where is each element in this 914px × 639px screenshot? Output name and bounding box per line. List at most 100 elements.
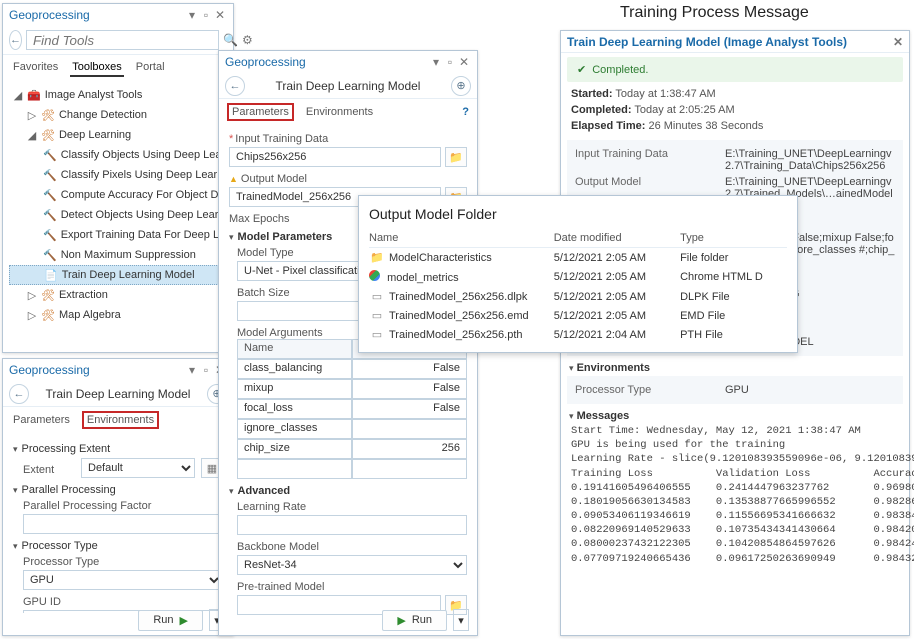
file-row[interactable]: 📁ModelCharacteristics5/12/2021 2:05 AMFi… <box>369 248 787 267</box>
gpu-id-label: GPU ID <box>23 596 223 608</box>
messages-title: Train Deep Learning Model (Image Analyst… <box>567 35 847 49</box>
env-title-bar: Geoprocessing ▾ ▫ ✕ <box>3 359 233 381</box>
learning-rate-input[interactable] <box>237 515 467 535</box>
find-tools-input[interactable] <box>26 30 219 50</box>
backbone-select[interactable]: ResNet-34 <box>237 555 467 575</box>
arg-row[interactable]: chip_size256 <box>237 439 467 459</box>
arg-row[interactable]: mixupFalse <box>237 379 467 399</box>
run-button[interactable]: ▶Run <box>382 610 447 631</box>
proc-type-select[interactable]: GPU <box>23 570 223 590</box>
tree-tool[interactable]: 🔨Classify Objects Using Deep Learning <box>9 145 231 165</box>
toolboxes-tree: ◢🧰Image Analyst Tools ▷🛠Change Detection… <box>3 81 233 349</box>
msg-row: 0.07709719240665436 0.09617250263690949 … <box>561 552 909 566</box>
tab-parameters[interactable]: Parameters <box>227 103 294 121</box>
col-date[interactable]: Date modified <box>554 232 680 244</box>
completed-banner: ✔ Completed. <box>567 57 903 82</box>
catalog-pane: Geoprocessing ▾ ▫ ✕ ← 🔍 ⚙ Favorites Tool… <box>2 3 234 353</box>
param-title-bar: Geoprocessing ▾ ▫ ✕ <box>219 51 477 73</box>
tree-extraction[interactable]: ▷🛠Extraction <box>9 285 231 305</box>
output-folder-header: Output Model Folder <box>369 206 787 222</box>
close-icon[interactable]: ✕ <box>893 35 903 49</box>
tree-deep-learning[interactable]: ◢🛠Deep Learning <box>9 125 231 145</box>
help-icon[interactable]: ? <box>462 106 469 118</box>
msg-row: 0.08220969140529633 0.10735434341430664 … <box>561 523 909 537</box>
backbone-label: Backbone Model <box>237 541 467 553</box>
tree-tool-train[interactable]: 📄Train Deep Learning Model <box>9 265 231 285</box>
search-icon[interactable]: 🔍 <box>223 33 238 47</box>
arg-row-empty[interactable] <box>237 459 467 479</box>
msg-gpu: GPU is being used for the training <box>561 438 909 452</box>
completed-row: Completed: Today at 2:05:25 AM <box>561 102 909 118</box>
elapsed-row: Elapsed Time: 26 Minutes 38 Seconds <box>561 118 909 134</box>
section-parallel[interactable]: ▾Parallel Processing <box>13 484 223 496</box>
browse-icon[interactable]: 📁 <box>445 147 467 167</box>
file-row[interactable]: ▭TrainedModel_256x256.emd5/12/2021 2:05 … <box>369 306 787 325</box>
play-icon: ▶ <box>180 614 188 627</box>
run-dropdown[interactable]: ▾ <box>453 609 469 631</box>
msg-row: 0.19141605496406555 0.2414447963237762 0… <box>561 481 909 495</box>
section-proc-type[interactable]: ▾Processor Type <box>13 540 223 552</box>
env-summary: Processor TypeGPU <box>567 376 903 404</box>
tab-toolboxes[interactable]: Toolboxes <box>70 59 124 77</box>
file-row[interactable]: ▭TrainedModel_256x256.dlpk5/12/2021 2:05… <box>369 287 787 306</box>
tree-root[interactable]: ◢🧰Image Analyst Tools <box>9 85 231 105</box>
back-button[interactable]: ← <box>9 384 29 404</box>
msg-row: 0.08000237432122305 0.10420854864597626 … <box>561 537 909 551</box>
input-training-data[interactable] <box>229 147 441 167</box>
tool-name: Train Deep Learning Model <box>251 79 445 93</box>
close-icon[interactable]: ✕ <box>457 55 471 69</box>
env-title: Geoprocessing <box>9 363 90 377</box>
col-type[interactable]: Type <box>680 232 787 244</box>
dropdown-icon[interactable]: ▾ <box>429 55 443 69</box>
tree-map-algebra[interactable]: ▷🛠Map Algebra <box>9 305 231 325</box>
tab-environments[interactable]: Environments <box>304 104 375 120</box>
tree-tool[interactable]: 🔨Classify Pixels Using Deep Learning <box>9 165 231 185</box>
pin-icon[interactable]: ▫ <box>199 8 213 22</box>
args-col-name: Name <box>237 339 352 359</box>
learning-rate-label: Learning Rate <box>237 501 467 513</box>
tab-favorites[interactable]: Favorites <box>11 59 60 77</box>
tree-tool[interactable]: 🔨Compute Accuracy For Object Detection <box>9 185 231 205</box>
pin-icon[interactable]: ▫ <box>199 363 213 377</box>
param-title: Geoprocessing <box>225 55 306 69</box>
env-section[interactable]: ▾ Environments <box>569 362 901 374</box>
tab-parameters[interactable]: Parameters <box>11 412 72 428</box>
back-button[interactable]: ← <box>225 76 245 96</box>
file-row[interactable]: model_metrics5/12/2021 2:05 AMChrome HTM… <box>369 267 787 287</box>
msg-start-time: Start Time: Wednesday, May 12, 2021 1:38… <box>561 424 909 438</box>
tree-tool[interactable]: 🔨Non Maximum Suppression <box>9 245 231 265</box>
tree-change-detection[interactable]: ▷🛠Change Detection <box>9 105 231 125</box>
env-pane: Geoprocessing ▾ ▫ ✕ ← Train Deep Learnin… <box>2 358 234 636</box>
file-icon: ▭ <box>369 290 385 303</box>
messages-section[interactable]: ▾ Messages <box>569 410 901 422</box>
tab-portal[interactable]: Portal <box>134 59 167 77</box>
arg-row[interactable]: focal_lossFalse <box>237 399 467 419</box>
tab-environments[interactable]: Environments <box>82 411 159 429</box>
output-label: Output Model <box>229 173 467 185</box>
tree-tool[interactable]: 🔨Export Training Data For Deep Learning <box>9 225 231 245</box>
file-icon: ▭ <box>369 328 385 341</box>
extent-select[interactable]: Default <box>81 458 195 478</box>
section-advanced[interactable]: ▾Advanced <box>229 485 467 497</box>
arg-row[interactable]: ignore_classes <box>237 419 467 439</box>
extent-label: Extent <box>23 464 75 476</box>
file-row[interactable]: ▭TrainedModel_256x256.pth5/12/2021 2:04 … <box>369 325 787 344</box>
tool-name: Train Deep Learning Model <box>35 387 201 401</box>
tree-tool[interactable]: 🔨Detect Objects Using Deep Learning <box>9 205 231 225</box>
back-button[interactable]: ← <box>9 30 22 50</box>
pretrained-label: Pre-trained Model <box>237 581 467 593</box>
gear-icon[interactable]: ⚙ <box>242 33 253 47</box>
add-button[interactable]: ⊕ <box>451 76 471 96</box>
run-button[interactable]: Run▶ <box>138 610 203 631</box>
msg-row: 0.09053406119346619 0.11556695341666632 … <box>561 509 909 523</box>
col-name[interactable]: Name <box>369 232 554 244</box>
arg-row[interactable]: class_balancingFalse <box>237 359 467 379</box>
pin-icon[interactable]: ▫ <box>443 55 457 69</box>
dropdown-icon[interactable]: ▾ <box>185 8 199 22</box>
section-processing-extent[interactable]: ▾Processing Extent <box>13 443 223 455</box>
output-folder-popup: Output Model Folder Name Date modified T… <box>358 195 798 353</box>
parallel-factor-input[interactable] <box>23 514 223 534</box>
close-icon[interactable]: ✕ <box>213 8 227 22</box>
started-row: Started: Today at 1:38:47 AM <box>561 86 909 102</box>
dropdown-icon[interactable]: ▾ <box>185 363 199 377</box>
